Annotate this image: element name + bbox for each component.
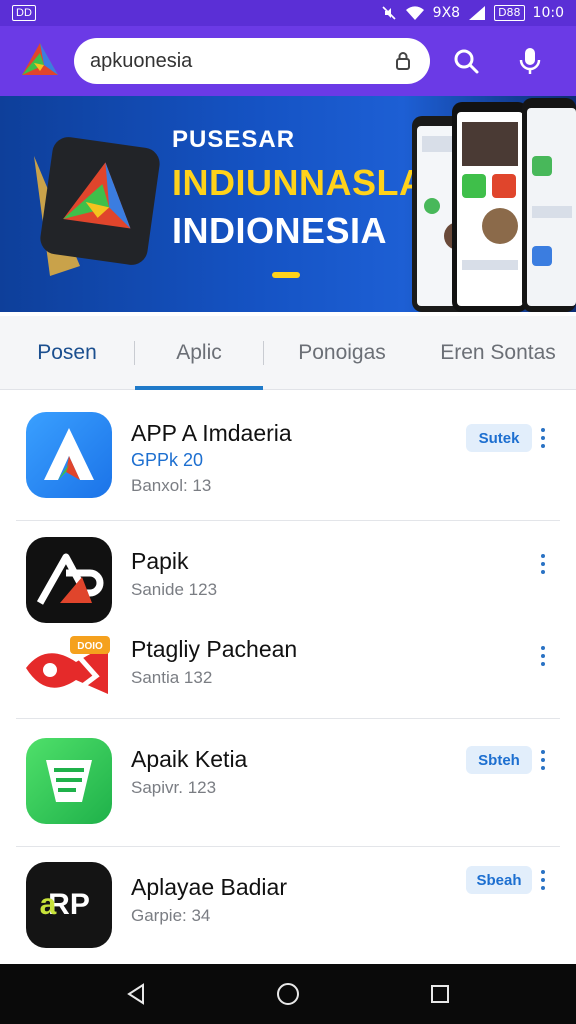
tab-posen[interactable]: Posen xyxy=(0,316,134,390)
clock: 10:0 xyxy=(532,5,564,21)
search-icon[interactable] xyxy=(438,33,494,89)
back-icon[interactable] xyxy=(111,969,161,1019)
signal-icon xyxy=(468,5,486,21)
arp-icon: RP a xyxy=(26,862,112,948)
banner-headline-1: INDIUNNASLA xyxy=(172,162,426,203)
banner-headline-2: INDIONESIA xyxy=(172,210,388,251)
app-subtitle: GPPk 20 xyxy=(131,450,204,470)
signal-text: 9X8 xyxy=(432,5,461,21)
more-options-icon[interactable] xyxy=(532,866,554,894)
banner-accent-dash xyxy=(272,272,300,278)
app-meta: Sanide 123 xyxy=(131,580,218,599)
more-options-icon[interactable] xyxy=(532,550,554,578)
app-bar: apkuonesia xyxy=(0,26,576,96)
status-bar: DD 9X8 D88 10:0 xyxy=(0,0,576,26)
app-a-icon xyxy=(26,412,112,498)
fish-tag-icon: DOIO xyxy=(26,628,112,714)
action-button[interactable]: Sbteh xyxy=(466,746,532,774)
tab-aplic[interactable]: Aplic xyxy=(135,316,263,390)
list-divider xyxy=(16,520,560,521)
more-options-icon[interactable] xyxy=(532,642,554,670)
banner-kicker: PUSESAR xyxy=(172,126,296,153)
category-tabs: Posen Aplic Ponoigas Eren Sontas xyxy=(0,316,576,390)
banner-logo-icon xyxy=(34,137,160,276)
app-meta: Banxol: 13 xyxy=(131,476,212,495)
lock-icon xyxy=(392,50,414,72)
mic-icon[interactable] xyxy=(502,33,558,89)
search-query: apkuonesia xyxy=(90,49,193,72)
list-divider xyxy=(16,846,560,847)
app-title: APP A Imdaeria xyxy=(131,420,292,446)
promo-banner[interactable]: PUSESAR INDIUNNASLA INDIONESIA xyxy=(0,96,576,312)
svg-text:DOIO: DOIO xyxy=(77,641,103,652)
action-button[interactable]: Sutek xyxy=(466,424,532,452)
mute-icon xyxy=(381,5,397,21)
list-divider xyxy=(16,718,560,719)
search-input[interactable]: apkuonesia xyxy=(74,38,430,84)
app-title: Aplayae Badiar xyxy=(131,874,287,900)
app-logo-icon[interactable] xyxy=(20,41,60,81)
app-title: Ptagliy Pachean xyxy=(131,636,298,662)
ap-logo-icon xyxy=(26,537,112,623)
app-meta: Sapivr. 123 xyxy=(131,778,217,797)
wifi-icon xyxy=(405,5,425,21)
app-title: Apaik Ketia xyxy=(131,746,248,772)
more-options-icon[interactable] xyxy=(532,746,554,774)
svg-text:a: a xyxy=(40,888,57,921)
green-doc-icon xyxy=(26,738,112,824)
tab-eren-sontas[interactable]: Eren Sontas xyxy=(420,316,576,390)
tab-ponoigas[interactable]: Ponoigas xyxy=(264,316,420,390)
system-nav-bar xyxy=(0,964,576,1024)
app-meta: Garpie: 34 xyxy=(131,906,211,925)
action-button[interactable]: Sbeah xyxy=(466,866,532,894)
home-icon[interactable] xyxy=(263,969,313,1019)
notification-badge: DD xyxy=(12,5,36,21)
app-title: Papik xyxy=(131,548,189,574)
phones-illustration xyxy=(412,98,576,312)
recents-icon[interactable] xyxy=(415,969,465,1019)
app-meta: Santia 132 xyxy=(131,668,213,687)
battery-icon: D88 xyxy=(494,5,525,21)
more-options-icon[interactable] xyxy=(532,424,554,452)
